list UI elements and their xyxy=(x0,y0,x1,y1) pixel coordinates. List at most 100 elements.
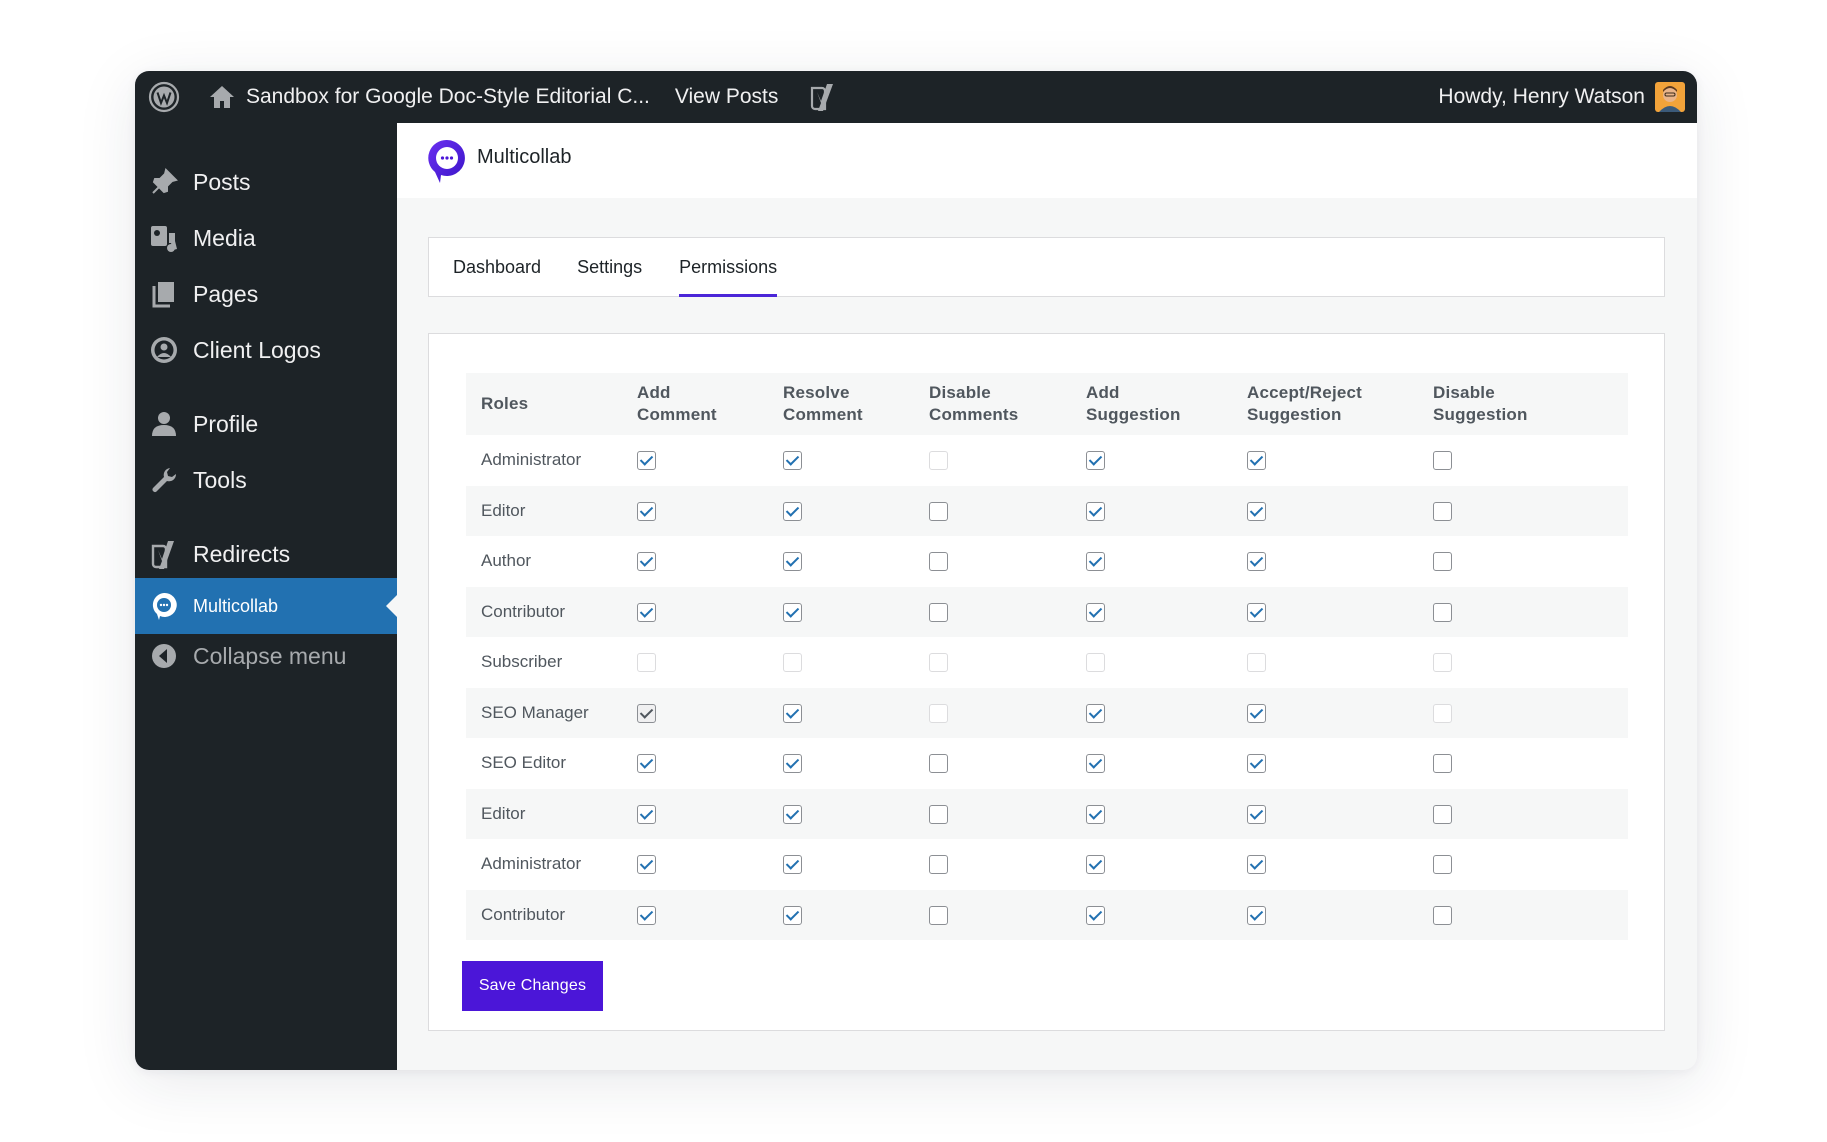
disable-comments-checkbox[interactable] xyxy=(929,552,948,572)
permission-cell xyxy=(929,586,1086,637)
add-comment-checkbox[interactable] xyxy=(637,804,656,824)
resolve-comment-checkbox[interactable] xyxy=(783,602,802,622)
add-suggestion-checkbox[interactable] xyxy=(1086,905,1105,925)
accept-reject-suggestion-checkbox[interactable] xyxy=(1247,703,1266,723)
disable-suggestion-checkbox[interactable] xyxy=(1433,451,1452,471)
accept-reject-suggestion-checkbox[interactable] xyxy=(1247,552,1266,572)
sidebar-item-label: Multicollab xyxy=(193,595,279,616)
resolve-comment-checkbox[interactable] xyxy=(783,905,802,925)
sidebar-item-profile[interactable]: Profile xyxy=(135,396,397,452)
permission-cell xyxy=(637,435,783,486)
permission-cell xyxy=(637,586,783,637)
resolve-comment-checkbox[interactable] xyxy=(783,552,802,572)
disable-suggestion-checkbox[interactable] xyxy=(1433,905,1452,925)
save-changes-button[interactable]: Save Changes xyxy=(462,961,603,1011)
disable-comments-checkbox[interactable] xyxy=(929,855,948,875)
permission-cell xyxy=(783,485,929,536)
add-comment-checkbox[interactable] xyxy=(637,905,656,925)
permission-cell xyxy=(1086,536,1247,587)
sidebar-item-media[interactable]: Media xyxy=(135,210,397,266)
add-comment-checkbox[interactable] xyxy=(637,451,656,471)
add-suggestion-checkbox[interactable] xyxy=(1086,754,1105,774)
sidebar-item-multicollab[interactable]: Multicollab xyxy=(135,578,397,634)
sidebar-item-posts[interactable]: Posts xyxy=(135,154,397,210)
resolve-comment-checkbox[interactable] xyxy=(783,855,802,875)
disable-comments-checkbox[interactable] xyxy=(929,754,948,774)
tab-permissions[interactable]: Permissions xyxy=(679,238,778,297)
tab-settings[interactable]: Settings xyxy=(577,238,642,296)
permission-cell xyxy=(1086,889,1247,940)
user-greeting[interactable]: Howdy, Henry Watson xyxy=(1438,71,1645,123)
table-row: SEO Editor xyxy=(466,738,1628,789)
sidebar-item-tools[interactable]: Tools xyxy=(135,452,397,508)
admin-sidebar: Posts Media Pages Client Logos Profile T… xyxy=(135,123,397,1070)
disable-comments-checkbox xyxy=(929,653,948,673)
add-suggestion-checkbox[interactable] xyxy=(1086,552,1105,572)
disable-comments-checkbox[interactable] xyxy=(929,804,948,824)
accept-reject-suggestion-checkbox[interactable] xyxy=(1247,804,1266,824)
accept-reject-suggestion-checkbox[interactable] xyxy=(1247,602,1266,622)
add-suggestion-checkbox[interactable] xyxy=(1086,602,1105,622)
resolve-comment-checkbox[interactable] xyxy=(783,804,802,824)
accept-reject-suggestion-checkbox[interactable] xyxy=(1247,855,1266,875)
permission-cell xyxy=(929,435,1086,486)
accept-reject-suggestion-checkbox[interactable] xyxy=(1247,754,1266,774)
add-suggestion-checkbox[interactable] xyxy=(1086,855,1105,875)
permission-cell xyxy=(783,637,929,688)
add-comment-checkbox[interactable] xyxy=(637,501,656,521)
table-row: SEO Manager xyxy=(466,687,1628,738)
permission-cell xyxy=(783,687,929,738)
header-disable-suggestion: Disable Suggestion xyxy=(1433,373,1628,435)
add-comment-checkbox[interactable] xyxy=(637,552,656,572)
role-name: Contributor xyxy=(466,889,637,940)
disable-suggestion-checkbox[interactable] xyxy=(1433,552,1452,572)
tab-dashboard[interactable]: Dashboard xyxy=(453,238,541,296)
role-name: Contributor xyxy=(466,586,637,637)
add-comment-checkbox[interactable] xyxy=(637,754,656,774)
add-suggestion-checkbox[interactable] xyxy=(1086,804,1105,824)
permission-cell xyxy=(1433,637,1628,688)
wordpress-logo-icon[interactable] xyxy=(147,80,181,114)
resolve-comment-checkbox[interactable] xyxy=(783,501,802,521)
accept-reject-suggestion-checkbox[interactable] xyxy=(1247,451,1266,471)
view-posts-link[interactable]: View Posts xyxy=(675,85,779,109)
disable-suggestion-checkbox[interactable] xyxy=(1433,501,1452,521)
add-suggestion-checkbox[interactable] xyxy=(1086,451,1105,471)
add-comment-checkbox[interactable] xyxy=(637,855,656,875)
header-accept-reject-suggestion: Accept/Reject Suggestion xyxy=(1247,373,1433,435)
disable-comments-checkbox[interactable] xyxy=(929,905,948,925)
accept-reject-suggestion-checkbox[interactable] xyxy=(1247,501,1266,521)
header-roles: Roles xyxy=(466,373,637,435)
yoast-icon[interactable] xyxy=(808,80,838,114)
resolve-comment-checkbox[interactable] xyxy=(783,754,802,774)
permission-cell xyxy=(929,738,1086,789)
table-row: Contributor xyxy=(466,586,1628,637)
add-suggestion-checkbox[interactable] xyxy=(1086,501,1105,521)
disable-suggestion-checkbox[interactable] xyxy=(1433,754,1452,774)
permission-cell xyxy=(637,839,783,890)
disable-comments-checkbox[interactable] xyxy=(929,501,948,521)
accept-reject-suggestion-checkbox[interactable] xyxy=(1247,905,1266,925)
disable-suggestion-checkbox[interactable] xyxy=(1433,855,1452,875)
add-suggestion-checkbox[interactable] xyxy=(1086,703,1105,723)
sidebar-item-label: Client Logos xyxy=(193,336,321,363)
add-comment-checkbox[interactable] xyxy=(637,602,656,622)
resolve-comment-checkbox[interactable] xyxy=(783,451,802,471)
permission-cell xyxy=(1247,536,1433,587)
site-home-link[interactable]: Sandbox for Google Doc-Style Editorial C… xyxy=(208,71,650,123)
avatar[interactable] xyxy=(1655,82,1685,112)
disable-suggestion-checkbox[interactable] xyxy=(1433,804,1452,824)
permission-cell xyxy=(783,435,929,486)
disable-suggestion-checkbox[interactable] xyxy=(1433,602,1452,622)
accept-reject-suggestion-checkbox xyxy=(1247,653,1266,673)
sidebar-item-client-logos[interactable]: Client Logos xyxy=(135,322,397,378)
resolve-comment-checkbox[interactable] xyxy=(783,703,802,723)
collapse-menu-button[interactable]: Collapse menu xyxy=(135,628,397,684)
sidebar-item-label: Tools xyxy=(193,466,247,493)
role-name: Editor xyxy=(466,485,637,536)
disable-comments-checkbox[interactable] xyxy=(929,602,948,622)
sidebar-item-redirects[interactable]: Redirects xyxy=(135,526,397,582)
add-comment-checkbox[interactable] xyxy=(637,703,656,723)
sidebar-item-pages[interactable]: Pages xyxy=(135,266,397,322)
add-comment-checkbox xyxy=(637,653,656,673)
